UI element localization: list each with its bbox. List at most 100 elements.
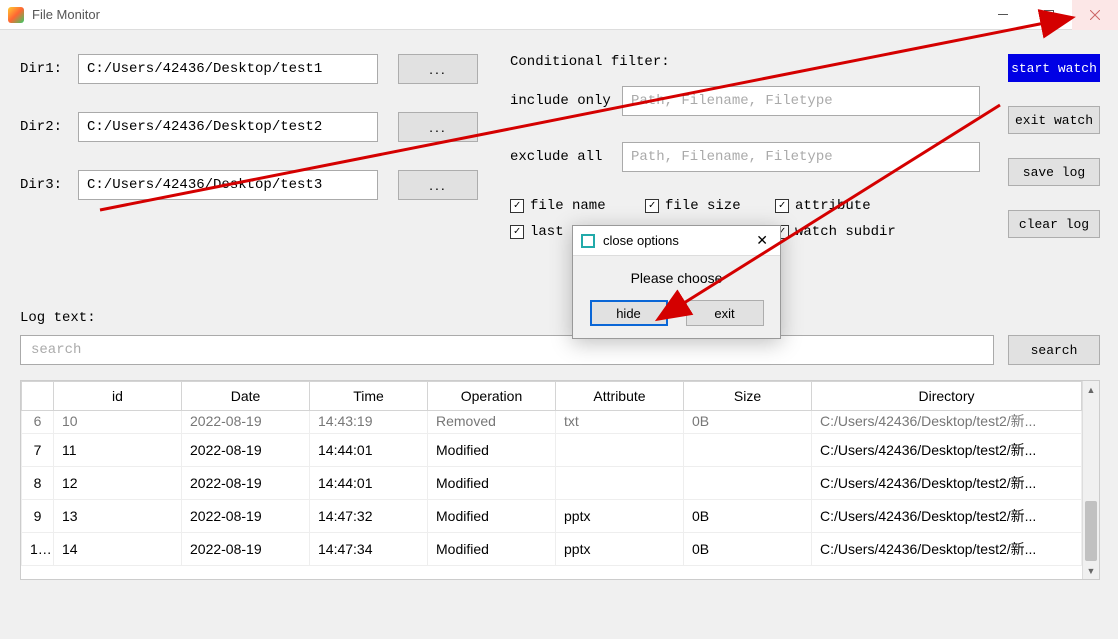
cell-attr: pptx <box>556 500 684 533</box>
table-row[interactable]: 7112022-08-1914:44:01Modified C:/Users/42… <box>22 434 1082 467</box>
cell-dir: C:/Users/42436/Desktop/test2/新... <box>812 467 1082 500</box>
close-options-dialog: close options ✕ Please choose hide exit <box>572 225 781 339</box>
cell-id: 14 <box>54 533 182 566</box>
col-rowidx[interactable] <box>22 382 54 411</box>
dialog-exit-button[interactable]: exit <box>686 300 764 326</box>
table-header-row: id Date Time Operation Attribute Size Di… <box>22 382 1082 411</box>
cell-rowidx: 6 <box>22 411 54 434</box>
scroll-down-arrow-icon[interactable]: ▼ <box>1083 562 1099 579</box>
col-directory[interactable]: Directory <box>812 382 1082 411</box>
col-operation[interactable]: Operation <box>428 382 556 411</box>
cell-op: Modified <box>428 500 556 533</box>
check-file-size[interactable]: ✓file size <box>645 198 775 214</box>
cell-id: 13 <box>54 500 182 533</box>
cell-time: 14:43:19 <box>310 411 428 434</box>
cell-date: 2022-08-19 <box>182 467 310 500</box>
col-attribute[interactable]: Attribute <box>556 382 684 411</box>
check-file-name-label: file name <box>530 198 606 214</box>
dialog-title: close options <box>603 233 752 248</box>
dir3-label: Dir3: <box>20 177 78 193</box>
cell-dir: C:/Users/42436/Desktop/test2/新... <box>812 533 1082 566</box>
dir2-input[interactable] <box>78 112 378 142</box>
cell-date: 2022-08-19 <box>182 500 310 533</box>
check-file-name[interactable]: ✓file name <box>510 198 645 214</box>
cell-op: Modified <box>428 533 556 566</box>
clear-log-button[interactable]: clear log <box>1008 210 1100 238</box>
col-time[interactable]: Time <box>310 382 428 411</box>
col-id[interactable]: id <box>54 382 182 411</box>
log-table[interactable]: id Date Time Operation Attribute Size Di… <box>21 381 1082 566</box>
cell-size: 0B <box>684 411 812 434</box>
cell-rowidx: 8 <box>22 467 54 500</box>
scroll-up-arrow-icon[interactable]: ▲ <box>1083 381 1099 398</box>
include-input[interactable] <box>622 86 980 116</box>
cell-time: 14:47:34 <box>310 533 428 566</box>
cell-size <box>684 434 812 467</box>
scroll-thumb[interactable] <box>1085 501 1097 561</box>
cell-dir: C:/Users/42436/Desktop/test2/新... <box>812 500 1082 533</box>
cell-time: 14:44:01 <box>310 434 428 467</box>
include-label: include only <box>510 93 622 109</box>
titlebar: File Monitor <box>0 0 1118 30</box>
cell-date: 2022-08-19 <box>182 434 310 467</box>
check-attribute-label: attribute <box>795 198 871 214</box>
cell-rowidx: 7 <box>22 434 54 467</box>
table-scrollbar[interactable]: ▲ ▼ <box>1082 381 1099 579</box>
check-watch-subdir-label: watch subdir <box>795 224 896 240</box>
maximize-button[interactable] <box>1026 0 1072 30</box>
cell-op: Modified <box>428 467 556 500</box>
start-watch-button[interactable]: start watch <box>1008 54 1100 82</box>
cell-id: 10 <box>54 411 182 434</box>
log-text-label: Log text: <box>20 310 96 326</box>
cell-date: 2022-08-19 <box>182 411 310 434</box>
dir2-label: Dir2: <box>20 119 78 135</box>
col-size[interactable]: Size <box>684 382 812 411</box>
cell-attr: pptx <box>556 533 684 566</box>
minimize-button[interactable] <box>980 0 1026 30</box>
check-file-size-label: file size <box>665 198 741 214</box>
cell-op: Removed <box>428 411 556 434</box>
cell-size <box>684 467 812 500</box>
col-date[interactable]: Date <box>182 382 310 411</box>
dialog-icon <box>581 234 595 248</box>
dir2-browse-button[interactable]: ... <box>398 112 478 142</box>
check-watch-subdir[interactable]: ✓watch subdir <box>775 224 910 240</box>
search-button[interactable]: search <box>1008 335 1100 365</box>
cell-dir: C:/Users/42436/Desktop/test2/新... <box>812 434 1082 467</box>
cell-id: 11 <box>54 434 182 467</box>
search-input[interactable] <box>20 335 994 365</box>
app-icon <box>8 7 24 23</box>
cell-id: 12 <box>54 467 182 500</box>
filter-heading: Conditional filter: <box>510 54 980 70</box>
dir1-label: Dir1: <box>20 61 78 77</box>
dialog-close-button[interactable]: ✕ <box>752 232 772 249</box>
cell-attr <box>556 467 684 500</box>
cell-time: 14:47:32 <box>310 500 428 533</box>
cell-size: 0B <box>684 500 812 533</box>
exit-watch-button[interactable]: exit watch <box>1008 106 1100 134</box>
dialog-message: Please choose <box>573 256 780 300</box>
cell-date: 2022-08-19 <box>182 533 310 566</box>
table-row[interactable]: 8122022-08-1914:44:01Modified C:/Users/42… <box>22 467 1082 500</box>
table-row[interactable]: 10142022-08-1914:47:34Modifiedpptx0BC:/U… <box>22 533 1082 566</box>
dir3-browse-button[interactable]: ... <box>398 170 478 200</box>
dir1-browse-button[interactable]: ... <box>398 54 478 84</box>
dir3-input[interactable] <box>78 170 378 200</box>
dir1-input[interactable] <box>78 54 378 84</box>
table-row[interactable]: 9132022-08-1914:47:32Modifiedpptx0BC:/Us… <box>22 500 1082 533</box>
main-area: Dir1: ... Dir2: ... Dir3: ... Conditiona… <box>0 30 1118 54</box>
cell-attr: txt <box>556 411 684 434</box>
cell-dir: C:/Users/42436/Desktop/test2/新... <box>812 411 1082 434</box>
log-table-container: id Date Time Operation Attribute Size Di… <box>20 380 1100 580</box>
exclude-input[interactable] <box>622 142 980 172</box>
save-log-button[interactable]: save log <box>1008 158 1100 186</box>
check-attribute[interactable]: ✓attribute <box>775 198 910 214</box>
dialog-hide-button[interactable]: hide <box>590 300 668 326</box>
close-button[interactable] <box>1072 0 1118 30</box>
cell-attr <box>556 434 684 467</box>
window-title: File Monitor <box>32 7 100 22</box>
cell-rowidx: 10 <box>22 533 54 566</box>
cell-time: 14:44:01 <box>310 467 428 500</box>
table-row[interactable]: 6102022-08-1914:43:19Removedtxt0BC:/User… <box>22 411 1082 434</box>
cell-op: Modified <box>428 434 556 467</box>
